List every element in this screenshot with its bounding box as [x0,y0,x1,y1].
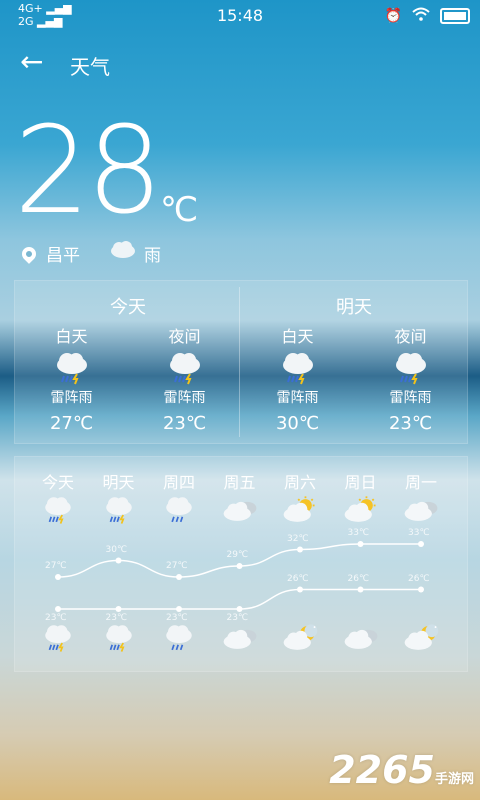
title-bar: ← 天气 [0,44,480,84]
temp-point [55,574,61,580]
cloudy-icon [210,623,270,657]
thunderstorm-icon [89,623,149,657]
thunderstorm-icon [15,351,128,385]
high-temp-label: 32℃ [287,533,309,544]
high-temp-label: 27℃ [166,561,188,571]
high-temp-label: 29℃ [226,550,249,560]
cloudy-icon [331,623,391,657]
rain-icon [149,623,209,657]
period-label: 白天 [55,327,88,346]
temp-point [115,606,122,612]
weekday-label: 周五 [223,473,256,492]
condition-label: 雷阵雨 [276,390,319,406]
temp-point [176,606,182,612]
alarm-icon: ⏰ [384,7,402,24]
cloudy-icon [391,495,451,529]
weekday-label: 明天 [102,473,135,492]
temperature-unit: ℃ [160,190,199,230]
temp-point [115,557,122,564]
period-temperature: 23℃ [388,413,433,434]
cloudy-icon [210,495,270,529]
partly-sunny-icon [331,495,391,529]
thunderstorm-icon [354,351,467,385]
period-temperature: 23℃ [162,413,207,434]
divider [239,287,240,437]
temp-point [418,586,424,593]
city-name[interactable]: 昌平 [46,241,80,266]
period-temperature: 27℃ [49,413,94,434]
weekday-label: 周一 [404,473,437,492]
wifi-icon [412,6,430,25]
current-temperature: 28 [14,102,163,241]
status-bar: 4G+ ▂▄▆ 2G ▂▄▆ 15:48 ⏰ [0,0,480,30]
temp-point [297,546,303,553]
low-temp-label: 26℃ [347,573,370,584]
thunderstorm-icon [128,351,241,385]
thunderstorm-icon [241,351,354,385]
temp-point [176,574,182,580]
today-section: 今天 白天 雷阵雨 27℃ 夜间 雷阵雨 23℃ [15,281,241,443]
thunderstorm-icon [28,623,88,657]
tomorrow-day: 白天 雷阵雨 30℃ [241,323,354,434]
thunderstorm-icon [28,495,88,529]
period-label: 夜间 [394,327,427,346]
temp-point [236,606,243,612]
today-night: 夜间 雷阵雨 23℃ [128,323,241,434]
temp-point [55,606,61,612]
weekday-label: 周四 [162,473,195,492]
condition-label: 雷阵雨 [163,390,206,406]
temp-point [236,563,243,569]
temp-point [357,586,364,593]
current-condition: 雨 [144,246,161,266]
partly-sunny-icon [270,495,330,529]
moon-cloud-icon [391,623,451,657]
today-day: 白天 雷阵雨 27℃ [15,323,128,434]
back-arrow-icon[interactable]: ← [20,48,43,76]
tomorrow-night: 夜间 雷阵雨 23℃ [354,323,467,434]
battery-icon [440,7,470,24]
high-temp-label: 27℃ [45,561,67,571]
weekday-label: 今天 [41,473,74,492]
condition-label: 雷阵雨 [50,390,93,406]
tomorrow-title: 明天 [336,297,372,318]
weekday-label: 周六 [283,473,316,492]
location-row: 昌平 雨 [19,240,161,267]
high-temp-label: 30℃ [105,544,128,555]
watermark-logo: 2265手游网 [329,748,474,792]
low-temp-label: 23℃ [166,613,188,623]
two-day-forecast-panel: 今天 白天 雷阵雨 27℃ 夜间 雷阵雨 23℃ 明天 白天 雷阵雨 30℃ 夜… [14,280,468,444]
condition-label: 雷阵雨 [389,390,432,406]
moon-cloud-icon [270,623,330,657]
low-temp-label: 26℃ [408,573,430,584]
low-temp-label: 26℃ [287,573,309,584]
page-title: 天气 [70,55,110,79]
temp-point [297,586,303,593]
tomorrow-section: 明天 白天 雷阵雨 30℃ 夜间 雷阵雨 23℃ [241,281,467,443]
thunderstorm-icon [89,495,149,529]
today-title: 今天 [110,297,146,318]
high-temp-label: 33℃ [408,528,430,538]
low-temp-label: 23℃ [45,613,67,623]
location-pin-icon [19,243,39,264]
weekday-label: 周日 [344,473,377,492]
high-temp-label: 33℃ [347,528,370,538]
watermark-suffix: 手游网 [434,772,474,787]
low-temp-label: 23℃ [105,613,128,623]
period-label: 夜间 [168,327,201,346]
temp-point [418,541,424,547]
rain-icon [149,495,209,529]
rain-icon [108,240,138,267]
temp-point [357,541,364,547]
low-temp-label: 23℃ [226,613,249,623]
watermark-brand: 2265 [329,748,435,792]
period-label: 白天 [281,327,314,346]
weekly-forecast-panel: 今天 27℃ 23℃ 明天 30℃ 23℃ 周四 27℃ 23℃ 周五 29℃ 23℃ 周六 32℃ 26℃… [14,456,468,672]
period-temperature: 30℃ [275,413,320,434]
